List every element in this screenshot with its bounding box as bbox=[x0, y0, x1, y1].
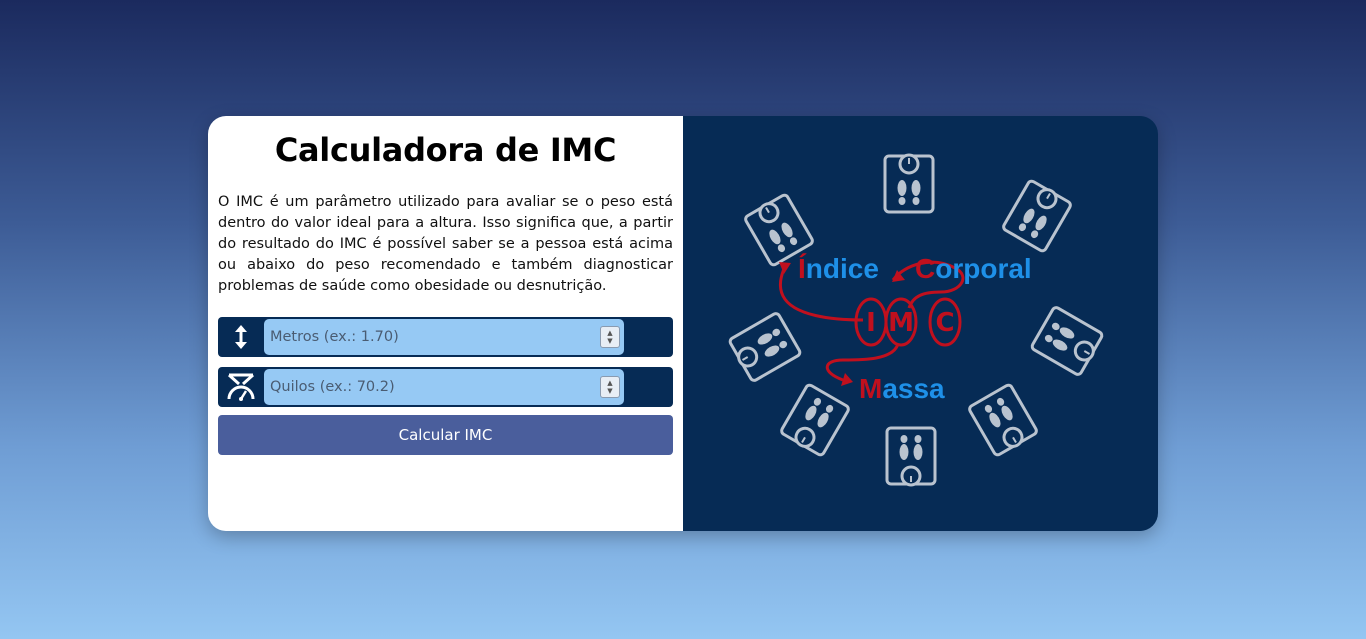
height-spinner[interactable]: ▲ ▼ bbox=[600, 326, 620, 348]
height-row: ▲▼ bbox=[218, 317, 673, 357]
height-input[interactable] bbox=[268, 328, 592, 346]
imc-illustration-panel: I M C Índice Corporal Massa bbox=[683, 116, 1158, 531]
bathroom-scale-icon bbox=[726, 310, 803, 384]
letter-i: I bbox=[866, 308, 876, 338]
calculator-panel: Calculadora de IMC O IMC é um parâmetro … bbox=[208, 116, 683, 531]
bathroom-scale-icon bbox=[883, 153, 935, 214]
calculate-button[interactable]: Calcular IMC bbox=[218, 415, 673, 455]
word-massa: Massa bbox=[859, 373, 945, 404]
bathroom-scale-icon bbox=[1029, 304, 1106, 378]
imc-illustration: I M C Índice Corporal Massa bbox=[726, 153, 1106, 487]
bathroom-scale-icon bbox=[778, 382, 852, 459]
word-corporal: Corporal bbox=[915, 253, 1032, 284]
height-arrows-icon bbox=[218, 317, 264, 357]
height-input-box: ▲▼ bbox=[264, 319, 624, 355]
weight-input[interactable] bbox=[268, 378, 592, 396]
letter-c: C bbox=[935, 308, 954, 338]
word-indice: Índice bbox=[798, 253, 879, 284]
weight-row: ▲▼ bbox=[218, 367, 673, 407]
bathroom-scale-icon bbox=[966, 382, 1040, 459]
imc-card: Calculadora de IMC O IMC é um parâmetro … bbox=[208, 116, 1158, 531]
scale-icon bbox=[218, 367, 264, 407]
weight-input-box: ▲▼ bbox=[264, 369, 624, 405]
letter-m: M bbox=[888, 308, 914, 338]
bathroom-scale-icon bbox=[1000, 177, 1074, 254]
bathroom-scale-icon bbox=[885, 426, 937, 487]
weight-spinner[interactable]: ▲ ▼ bbox=[600, 376, 620, 398]
description-text: O IMC é um parâmetro utilizado para aval… bbox=[218, 194, 673, 294]
page-title: Calculadora de IMC bbox=[274, 131, 617, 169]
